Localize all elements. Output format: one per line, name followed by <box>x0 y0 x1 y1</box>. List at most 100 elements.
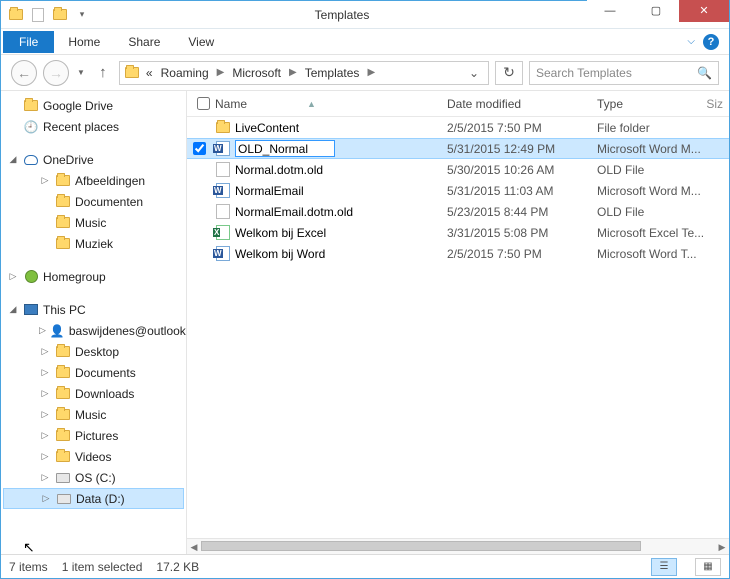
drive-icon <box>57 494 71 504</box>
tree-os-c[interactable]: ▷OS (C:) <box>3 467 184 488</box>
recent-locations-icon[interactable]: ▼ <box>75 68 87 77</box>
tree-afbeeldingen[interactable]: ▷Afbeeldingen <box>3 170 184 191</box>
breadcrumb-microsoft[interactable]: Microsoft <box>230 66 283 80</box>
recent-places-icon: 🕘 <box>23 119 39 135</box>
expand-icon[interactable]: ▷ <box>39 367 51 378</box>
folder-icon <box>215 120 231 136</box>
tree-muziek[interactable]: Muziek <box>3 233 184 254</box>
folder-up-icon[interactable] <box>7 6 25 24</box>
expand-icon[interactable]: ▷ <box>39 472 51 483</box>
up-button[interactable]: ↑ <box>93 63 113 83</box>
tree-recent-places[interactable]: 🕘Recent places <box>3 116 184 137</box>
tree-pictures[interactable]: ▷Pictures <box>3 425 184 446</box>
navigation-tree[interactable]: Google Drive 🕘Recent places ◢OneDrive ▷A… <box>1 91 187 554</box>
expand-icon[interactable]: ▷ <box>39 388 51 399</box>
close-button[interactable]: ✕ <box>679 0 729 22</box>
file-row[interactable]: NormalEmail5/31/2015 11:03 AMMicrosoft W… <box>187 180 729 201</box>
tree-music-pc[interactable]: ▷Music <box>3 404 184 425</box>
tree-homegroup[interactable]: ▷Homegroup <box>3 266 184 287</box>
tree-videos[interactable]: ▷Videos <box>3 446 184 467</box>
excel-document-icon <box>215 225 231 241</box>
breadcrumb-prefix[interactable]: « <box>144 66 155 80</box>
address-dropdown-icon[interactable]: ⌄ <box>464 66 484 80</box>
file-row[interactable]: LiveContent 2/5/2015 7:50 PMFile folder <box>187 117 729 138</box>
breadcrumb-templates[interactable]: Templates <box>303 66 362 80</box>
scroll-right-icon[interactable]: ▶ <box>715 539 729 554</box>
select-all-checkbox[interactable] <box>197 97 210 110</box>
chevron-right-icon[interactable]: ▶ <box>215 67 227 78</box>
file-name: LiveContent <box>235 121 299 135</box>
file-row[interactable]: Welkom bij Word2/5/2015 7:50 PMMicrosoft… <box>187 243 729 264</box>
breadcrumb-roaming[interactable]: Roaming <box>159 66 211 80</box>
scroll-thumb[interactable] <box>201 541 641 551</box>
tree-data-d[interactable]: ▷Data (D:) <box>3 488 184 509</box>
horizontal-scrollbar[interactable]: ◀ ▶ <box>187 538 729 554</box>
tree-this-pc[interactable]: ◢This PC <box>3 299 184 320</box>
qat-chevron-icon[interactable]: ▾ <box>73 6 91 24</box>
file-row[interactable]: Welkom bij Excel3/31/2015 5:08 PMMicroso… <box>187 222 729 243</box>
tab-home[interactable]: Home <box>54 29 114 54</box>
back-button[interactable]: ← <box>11 60 37 86</box>
expand-icon[interactable]: ▷ <box>39 175 51 186</box>
expand-icon[interactable]: ▷ <box>39 451 51 462</box>
expand-icon[interactable]: ▷ <box>39 430 51 441</box>
tree-music[interactable]: Music <box>3 212 184 233</box>
window-title: Templates <box>97 8 587 22</box>
ribbon-expand-icon[interactable]: ⌵ <box>687 36 695 47</box>
file-icon <box>215 162 231 178</box>
file-row[interactable]: 5/31/2015 12:49 PMMicrosoft Word M... <box>187 138 729 159</box>
scroll-left-icon[interactable]: ◀ <box>187 539 201 554</box>
row-checkbox[interactable] <box>193 142 206 155</box>
column-type[interactable]: Type <box>597 97 695 111</box>
minimize-button[interactable]: — <box>587 0 633 22</box>
tree-documents[interactable]: ▷Documents <box>3 362 184 383</box>
column-name[interactable]: Name▲ <box>215 97 447 111</box>
refresh-button[interactable]: ↻ <box>495 61 523 85</box>
file-type: Microsoft Word T... <box>597 247 729 261</box>
tree-account[interactable]: ▷👤baswijdenes@outlook <box>3 320 184 341</box>
search-input[interactable]: Search Templates 🔍 <box>529 61 719 85</box>
title-bar[interactable]: ▾ Templates — ▢ ✕ <box>1 1 729 29</box>
file-name: Normal.dotm.old <box>235 163 323 177</box>
file-type: File folder <box>597 121 729 135</box>
tree-documenten[interactable]: Documenten <box>3 191 184 212</box>
homegroup-icon <box>25 270 38 283</box>
expand-icon[interactable]: ▷ <box>39 346 51 357</box>
open-folder-icon[interactable] <box>51 6 69 24</box>
tab-share[interactable]: Share <box>114 29 174 54</box>
chevron-right-icon[interactable]: ▶ <box>287 67 299 78</box>
file-list: Name▲ Date modified Type Siz LiveContent… <box>187 91 729 554</box>
expand-icon[interactable]: ▷ <box>39 325 46 336</box>
tree-downloads[interactable]: ▷Downloads <box>3 383 184 404</box>
file-type: Microsoft Word M... <box>597 184 729 198</box>
status-item-count: 7 items <box>9 560 48 574</box>
tree-onedrive[interactable]: ◢OneDrive <box>3 149 184 170</box>
thumbnails-view-button[interactable]: ▦ <box>695 558 721 576</box>
file-row[interactable]: Normal.dotm.old5/30/2015 10:26 AMOLD Fil… <box>187 159 729 180</box>
help-icon[interactable]: ? <box>703 34 719 50</box>
expand-icon[interactable]: ▷ <box>40 493 52 504</box>
details-view-button[interactable]: ☰ <box>651 558 677 576</box>
expand-icon[interactable]: ▷ <box>7 271 19 282</box>
properties-icon[interactable] <box>29 6 47 24</box>
tree-google-drive[interactable]: Google Drive <box>3 95 184 116</box>
column-date[interactable]: Date modified <box>447 97 597 111</box>
column-size[interactable]: Siz <box>695 97 729 111</box>
expand-icon[interactable]: ▷ <box>39 409 51 420</box>
file-name: Welkom bij Excel <box>235 226 326 240</box>
tree-desktop[interactable]: ▷Desktop <box>3 341 184 362</box>
maximize-button[interactable]: ▢ <box>633 0 679 22</box>
chevron-right-icon[interactable]: ▶ <box>365 67 377 78</box>
file-tab[interactable]: File <box>3 31 54 53</box>
collapse-icon[interactable]: ◢ <box>7 154 19 165</box>
file-row[interactable]: NormalEmail.dotm.old5/23/2015 8:44 PMOLD… <box>187 201 729 222</box>
file-date: 5/30/2015 10:26 AM <box>447 163 597 177</box>
tab-view[interactable]: View <box>174 29 228 54</box>
collapse-icon[interactable]: ◢ <box>7 304 19 315</box>
ribbon: File Home Share View ⌵ ? <box>1 29 729 55</box>
address-bar[interactable]: « Roaming ▶ Microsoft ▶ Templates ▶ ⌄ <box>119 61 489 85</box>
status-size: 17.2 KB <box>156 560 199 574</box>
forward-button[interactable]: → <box>43 60 69 86</box>
rename-input[interactable] <box>235 140 335 157</box>
file-date: 2/5/2015 7:50 PM <box>447 121 597 135</box>
